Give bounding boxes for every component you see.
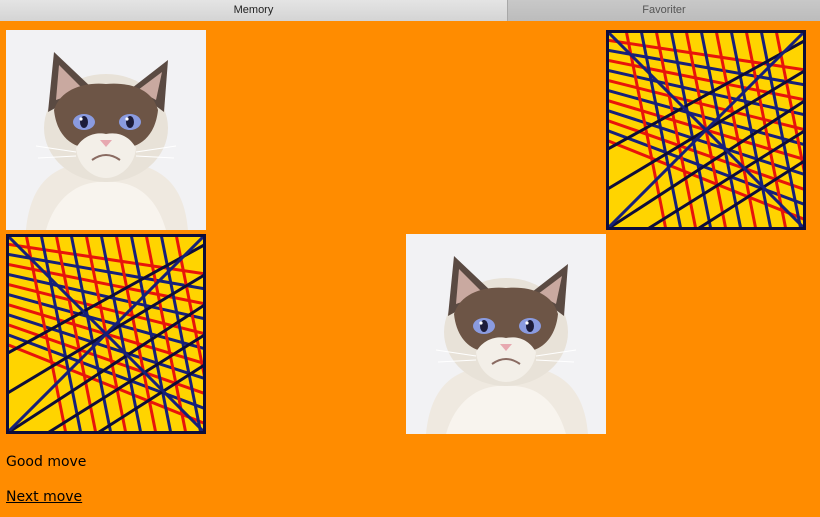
card-removed [206, 234, 406, 434]
card-face-down[interactable] [606, 30, 806, 230]
tab-bar: Memory Favoriter [0, 0, 820, 21]
memory-board [6, 30, 806, 434]
card-removed [206, 30, 406, 230]
card-removed [606, 234, 806, 434]
card-face-down[interactable] [6, 234, 206, 434]
card-removed [406, 30, 606, 230]
grumpy-cat-image [406, 234, 606, 434]
tab-memory[interactable]: Memory [0, 0, 508, 21]
card-face-up[interactable] [6, 30, 206, 230]
card-back-pattern-image [6, 234, 206, 434]
tab-favoriter[interactable]: Favoriter [508, 0, 820, 21]
next-move-link[interactable]: Next move [6, 489, 82, 505]
card-back-pattern-image [606, 30, 806, 230]
grumpy-cat-image [6, 30, 206, 230]
card-face-up[interactable] [406, 234, 606, 434]
status-message: Good move [6, 454, 87, 470]
